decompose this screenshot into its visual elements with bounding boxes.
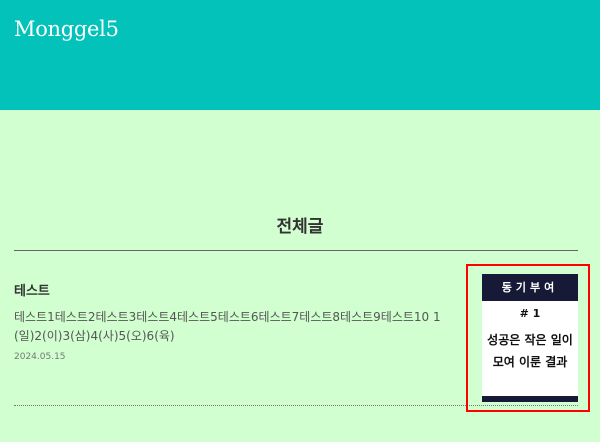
thumbnail-text-line: 성공은 작은 일이 bbox=[487, 333, 573, 347]
post-excerpt: 테스트1테스트2테스트3테스트4테스트5테스트6테스트7테스트8테스트9테스트1… bbox=[14, 310, 441, 343]
post-title-link[interactable]: 테스트 bbox=[14, 280, 50, 299]
site-header: Monggel5 bbox=[0, 0, 600, 110]
title-divider bbox=[14, 250, 578, 251]
site-title-link[interactable]: Monggel5 bbox=[14, 17, 119, 41]
thumbnail-number: # 1 bbox=[519, 307, 541, 320]
page-title: 전체글 bbox=[276, 217, 324, 237]
thumbnail-header: 동기부여 bbox=[482, 274, 578, 301]
post-date: 2024.05.15 bbox=[14, 352, 66, 362]
post-thumbnail[interactable]: 동기부여 # 1 성공은 작은 일이 모여 이룬 결과 bbox=[482, 274, 578, 402]
thumbnail-text-line: 모여 이룬 결과 bbox=[492, 355, 568, 369]
thumbnail-footer-band bbox=[482, 396, 578, 402]
